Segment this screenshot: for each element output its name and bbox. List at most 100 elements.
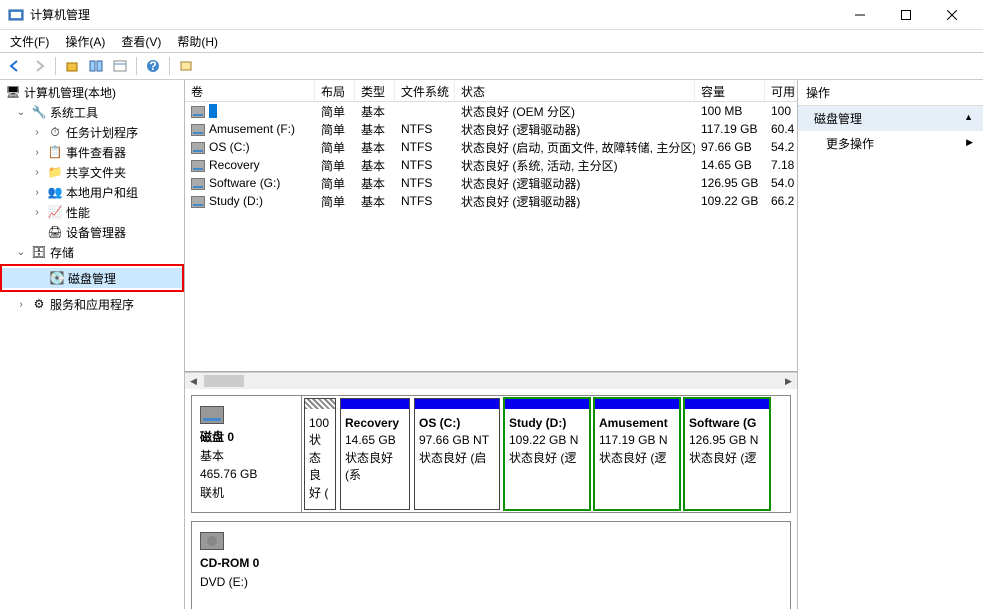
volume-name: Recovery (209, 158, 260, 172)
expand-icon: ▶ (966, 137, 973, 148)
refresh-button[interactable] (175, 55, 197, 77)
partition-g[interactable]: Software (G126.95 GB N状态良好 (逻 (684, 398, 770, 510)
tree-label: 系统工具 (50, 104, 98, 121)
tree-systools[interactable]: ⌄🔧系统工具 (0, 102, 184, 122)
highlight-box: 💽磁盘管理 (0, 264, 184, 292)
disk-icon: 💽 (49, 270, 65, 286)
separator (136, 57, 137, 75)
menu-view[interactable]: 查看(V) (115, 31, 167, 52)
action-more[interactable]: 更多操作▶ (798, 131, 983, 156)
partition-oem[interactable]: 100状态良好 ( (304, 398, 336, 510)
volume-row[interactable]: Recovery简单基本NTFS状态良好 (系统, 活动, 主分区)14.65 … (185, 156, 797, 174)
cdrom-sub: DVD (E:) (200, 575, 248, 589)
properties-button[interactable] (109, 55, 131, 77)
collapse-icon: ▲ (964, 112, 973, 122)
cdrom-icon (200, 532, 224, 550)
menu-action[interactable]: 操作(A) (59, 31, 111, 52)
expand-icon[interactable]: › (30, 167, 44, 178)
tree-diskmgmt[interactable]: 💽磁盘管理 (2, 268, 182, 288)
tree-services[interactable]: ›⚙服务和应用程序 (0, 294, 184, 314)
col-capacity[interactable]: 容量 (695, 80, 765, 101)
scroll-thumb[interactable] (204, 375, 244, 387)
volume-header: 卷 布局 类型 文件系统 状态 容量 可用 (185, 80, 797, 102)
window-title: 计算机管理 (30, 6, 837, 23)
tree-label: 磁盘管理 (68, 270, 116, 287)
volume-list[interactable]: 简单基本状态良好 (OEM 分区)100 MB100 Amusement (F:… (185, 102, 797, 372)
tree-root[interactable]: 🖥计算机管理(本地) (0, 82, 184, 102)
tree-shared[interactable]: ›📁共享文件夹 (0, 162, 184, 182)
disk-type: 基本 (200, 449, 224, 463)
expand-icon[interactable]: › (30, 147, 44, 158)
separator (169, 57, 170, 75)
show-hide-button[interactable] (85, 55, 107, 77)
menu-help[interactable]: 帮助(H) (171, 31, 224, 52)
nav-tree[interactable]: 🖥计算机管理(本地) ⌄🔧系统工具 ›⏱任务计划程序 ›📋事件查看器 ›📁共享文… (0, 80, 185, 609)
tree-label: 任务计划程序 (66, 124, 138, 141)
col-status[interactable]: 状态 (455, 80, 695, 101)
collapse-icon[interactable]: ⌄ (14, 107, 28, 118)
storage-icon: 🗄 (31, 244, 47, 260)
cdrom-info[interactable]: CD-ROM 0 DVD (E:) 无媒体 (192, 522, 302, 609)
partition-f[interactable]: Amusement117.19 GB N状态良好 (逻 (594, 398, 680, 510)
volume-row[interactable]: 简单基本状态良好 (OEM 分区)100 MB100 (185, 102, 797, 120)
col-free[interactable]: 可用 (765, 80, 795, 101)
perf-icon: 📈 (47, 204, 63, 220)
collapse-icon[interactable]: ⌄ (14, 247, 28, 258)
separator (55, 57, 56, 75)
maximize-button[interactable] (883, 0, 929, 30)
expand-icon[interactable]: › (30, 207, 44, 218)
device-icon: 🖨 (47, 224, 63, 240)
volume-row[interactable]: Amusement (F:)简单基本NTFS状态良好 (逻辑驱动器)117.19… (185, 120, 797, 138)
scrollbar[interactable]: ◀▶ (185, 372, 797, 389)
svg-text:?: ? (149, 59, 156, 73)
volume-icon (191, 124, 205, 136)
tree-label: 设备管理器 (66, 224, 126, 241)
disk-0-info[interactable]: 磁盘 0 基本 465.76 GB 联机 (192, 396, 302, 512)
volume-row[interactable]: Software (G:)简单基本NTFS状态良好 (逻辑驱动器)126.95 … (185, 174, 797, 192)
close-button[interactable] (929, 0, 975, 30)
tree-eventviewer[interactable]: ›📋事件查看器 (0, 142, 184, 162)
expand-icon[interactable]: › (30, 187, 44, 198)
scroll-right[interactable]: ▶ (780, 373, 797, 389)
tree-label: 事件查看器 (66, 144, 126, 161)
app-icon (8, 7, 24, 23)
cdrom-row[interactable]: CD-ROM 0 DVD (E:) 无媒体 (191, 521, 791, 609)
tree-scheduler[interactable]: ›⏱任务计划程序 (0, 122, 184, 142)
tree-users[interactable]: ›👥本地用户和组 (0, 182, 184, 202)
partition-d[interactable]: Study (D:)109.22 GB N状态良好 (逻 (504, 398, 590, 510)
help-button[interactable]: ? (142, 55, 164, 77)
partition-c[interactable]: OS (C:)97.66 GB NT状态良好 (启 (414, 398, 500, 510)
actions-pane: 操作 磁盘管理▲ 更多操作▶ (798, 80, 983, 609)
volume-row[interactable]: Study (D:)简单基本NTFS状态良好 (逻辑驱动器)109.22 GB6… (185, 192, 797, 210)
volume-row[interactable]: OS (C:)简单基本NTFS状态良好 (启动, 页面文件, 故障转储, 主分区… (185, 138, 797, 156)
tree-devmgr[interactable]: 🖨设备管理器 (0, 222, 184, 242)
col-type[interactable]: 类型 (355, 80, 395, 101)
expand-icon[interactable]: › (30, 127, 44, 138)
col-fs[interactable]: 文件系统 (395, 80, 455, 101)
users-icon: 👥 (47, 184, 63, 200)
menu-file[interactable]: 文件(F) (4, 31, 55, 52)
tree-perf[interactable]: ›📈性能 (0, 202, 184, 222)
action-diskmgmt[interactable]: 磁盘管理▲ (798, 106, 983, 131)
col-volume[interactable]: 卷 (185, 80, 315, 101)
disk-0-row[interactable]: 磁盘 0 基本 465.76 GB 联机 100状态良好 ( Recovery1… (191, 395, 791, 513)
disk-state: 联机 (200, 486, 224, 500)
disk-graphical-view[interactable]: 磁盘 0 基本 465.76 GB 联机 100状态良好 ( Recovery1… (185, 389, 797, 609)
up-button[interactable] (61, 55, 83, 77)
tree-storage[interactable]: ⌄🗄存储 (0, 242, 184, 262)
partition-recovery[interactable]: Recovery14.65 GB状态良好 (系 (340, 398, 410, 510)
computer-icon: 🖥 (5, 84, 21, 100)
tree-label: 共享文件夹 (66, 164, 126, 181)
volume-name (209, 104, 217, 118)
services-icon: ⚙ (31, 296, 47, 312)
col-layout[interactable]: 布局 (315, 80, 355, 101)
volume-icon (191, 178, 205, 190)
back-button[interactable] (4, 55, 26, 77)
minimize-button[interactable] (837, 0, 883, 30)
expand-icon[interactable]: › (14, 299, 28, 310)
cdrom-title: CD-ROM 0 (200, 556, 259, 570)
volume-name: Software (G:) (209, 176, 280, 190)
forward-button[interactable] (28, 55, 50, 77)
scroll-left[interactable]: ◀ (185, 373, 202, 389)
volume-icon (191, 160, 205, 172)
